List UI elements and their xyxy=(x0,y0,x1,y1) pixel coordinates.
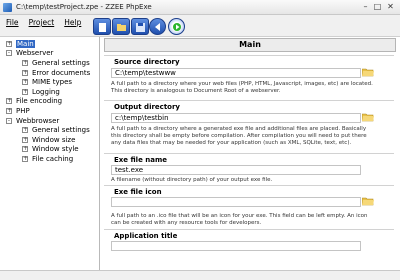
source-directory-description: A full path to a directory where your we… xyxy=(111,81,373,94)
expand-icon[interactable]: + xyxy=(22,127,28,134)
minimize-button[interactable]: – xyxy=(360,2,371,12)
folder-icon[interactable] xyxy=(362,67,374,77)
tree-item-webbrowser[interactable]: - Webbrowser xyxy=(0,116,99,126)
output-directory-description: A full path to a directory where a gener… xyxy=(111,126,367,146)
open-icon xyxy=(117,24,126,31)
settings-tree: + Main - Webserver + General settings + Erro… xyxy=(0,37,100,270)
open-button[interactable] xyxy=(112,18,130,35)
menu-help[interactable]: Help xyxy=(64,18,81,27)
exe-name-section: Exe file name test.exe A filename (witho… xyxy=(104,153,394,183)
section-title: Application title xyxy=(114,232,178,240)
tree-item-webserver-general[interactable]: + General settings xyxy=(0,58,99,68)
tree-item-error-documents[interactable]: + Error documents xyxy=(0,68,99,78)
tree-item-php[interactable]: + PHP xyxy=(0,106,99,116)
exe-name-description: A filename (without directory path) of y… xyxy=(111,177,273,183)
tree-item-webserver[interactable]: - Webserver xyxy=(0,49,99,59)
folder-icon[interactable] xyxy=(362,196,374,206)
tree-item-file-caching[interactable]: + File caching xyxy=(0,154,99,164)
expand-icon[interactable]: + xyxy=(22,69,28,76)
tree-item-main[interactable]: + Main xyxy=(0,39,99,49)
expand-icon[interactable]: + xyxy=(22,59,28,66)
application-title-input[interactable] xyxy=(111,241,361,251)
menu-project[interactable]: Project xyxy=(29,18,55,27)
window-title: C:\temp\testProject.zpe - ZZEE PhpExe xyxy=(16,3,152,11)
folder-icon[interactable] xyxy=(362,112,374,122)
new-button[interactable] xyxy=(93,18,111,35)
tree-item-logging[interactable]: + Logging xyxy=(0,87,99,97)
tree-item-mime-types[interactable]: + MIME types xyxy=(0,77,99,87)
main-panel: Main Source directory C:\temp\testwww A … xyxy=(100,37,400,270)
title-bar: C:\temp\testProject.zpe - ZZEE PhpExe – … xyxy=(0,0,400,15)
expand-icon[interactable]: + xyxy=(22,88,28,95)
source-directory-section: Source directory C:\temp\testwww A full … xyxy=(104,55,394,98)
section-title: Exe file icon xyxy=(114,188,162,196)
section-title: Source directory xyxy=(114,58,180,66)
section-title: Exe file name xyxy=(114,156,168,164)
run-button[interactable] xyxy=(168,18,185,35)
expand-icon[interactable]: + xyxy=(22,146,28,153)
new-icon xyxy=(99,23,106,32)
menu-bar: File Project Help xyxy=(6,18,81,27)
expand-icon[interactable]: + xyxy=(22,136,28,143)
tree-item-window-style[interactable]: + Window style xyxy=(0,145,99,155)
section-title: Output directory xyxy=(114,103,180,111)
back-icon xyxy=(155,23,160,31)
tree-item-window-size[interactable]: + Window size xyxy=(0,135,99,145)
maximize-button[interactable]: □ xyxy=(372,2,383,12)
collapse-icon[interactable]: - xyxy=(6,117,12,124)
output-directory-input[interactable]: c:\temp\testbin xyxy=(111,113,361,123)
panel-header: Main xyxy=(104,38,396,52)
save-icon xyxy=(136,23,145,32)
exe-name-input[interactable]: test.exe xyxy=(111,165,361,175)
application-title-section: Application title xyxy=(104,229,394,253)
expand-icon[interactable]: + xyxy=(6,98,12,105)
tree-item-file-encoding[interactable]: + File encoding xyxy=(0,97,99,107)
toolbar-area: File Project Help xyxy=(0,15,400,37)
output-directory-section: Output directory c:\temp\testbin A full … xyxy=(104,100,394,151)
exe-icon-input[interactable] xyxy=(111,197,361,207)
expand-icon[interactable]: + xyxy=(6,107,12,114)
exe-icon-description: A full path to an .ico file that will be… xyxy=(111,213,368,226)
source-directory-input[interactable]: C:\temp\testwww xyxy=(111,68,361,78)
expand-icon[interactable]: + xyxy=(22,79,28,86)
menu-file[interactable]: File xyxy=(6,18,19,27)
app-icon xyxy=(3,3,12,12)
tree-item-webbrowser-general[interactable]: + General settings xyxy=(0,125,99,135)
back-button[interactable] xyxy=(149,18,166,35)
expand-icon[interactable]: + xyxy=(6,40,12,47)
expand-icon[interactable]: + xyxy=(22,155,28,162)
exe-icon-section: Exe file icon A full path to an .ico fil… xyxy=(104,185,394,228)
close-button[interactable]: ✕ xyxy=(385,2,396,12)
status-bar xyxy=(0,270,400,280)
collapse-icon[interactable]: - xyxy=(6,50,12,57)
save-button[interactable] xyxy=(131,18,149,35)
run-icon xyxy=(173,23,181,31)
